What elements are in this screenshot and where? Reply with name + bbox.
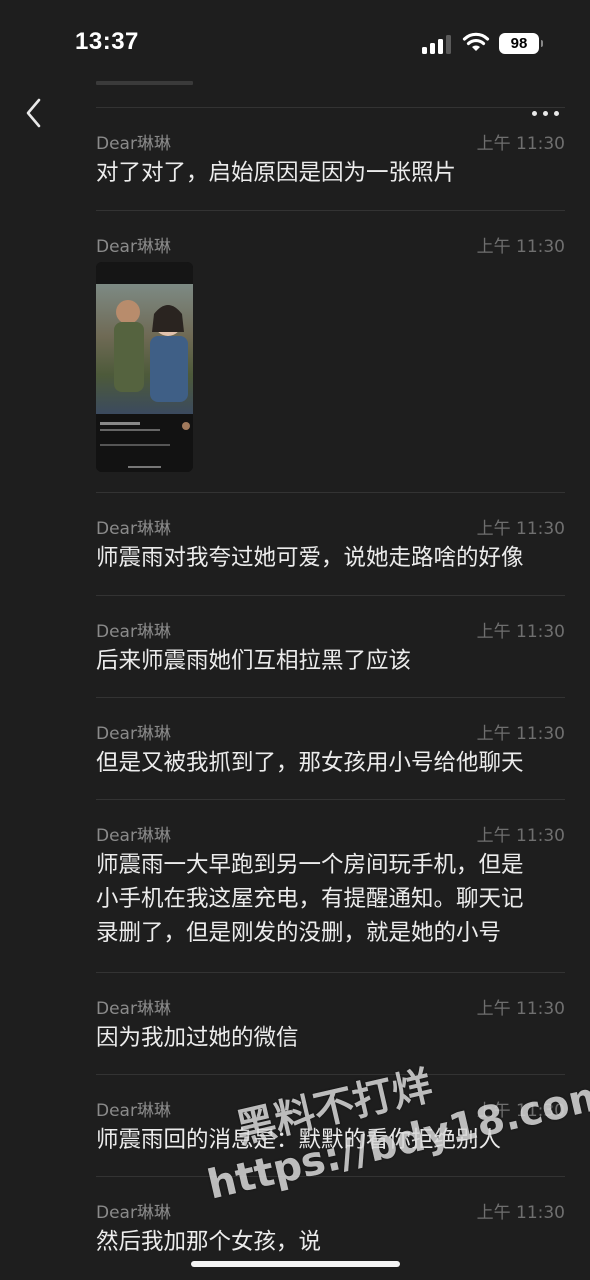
photo-caption-lines [100,422,190,468]
status-time: 13:37 [75,28,139,55]
message-item[interactable]: Dear琳琳 上午 11:30 [96,211,565,493]
photo-caption-area [96,414,193,472]
sender-name: Dear琳琳 [96,724,171,744]
message-text: 但是又被我抓到了，那女孩用小号给他聊天 [96,750,524,776]
sender-name: Dear琳琳 [96,826,171,846]
message-item[interactable]: Dear琳琳 上午 11:30 但是又被我抓到了，那女孩用小号给他聊天 [96,698,565,800]
message-time: 上午 11:30 [476,724,565,744]
photo-scene [96,284,193,414]
message-text: 录删了，但是刚发的没删，就是她的小号 [96,920,502,946]
message-text: 后来师震雨她们互相拉黑了应该 [96,648,412,674]
sender-name: Dear琳琳 [96,237,171,257]
message-time: 上午 11:30 [476,237,565,257]
sender-name: Dear琳琳 [96,519,171,539]
sender-name: Dear琳琳 [96,1203,171,1223]
message-text: 对了对了，启始原因是因为一张照片 [96,160,457,186]
message-item[interactable]: Dear琳琳 上午 11:30 后来师震雨她们互相拉黑了应该 [96,596,565,698]
sender-name: Dear琳琳 [96,1101,171,1121]
message-item[interactable]: Dear琳琳 上午 11:30 因为我加过她的微信 [96,973,565,1075]
message-text: 小手机在我这屋充电，有提醒通知。聊天记 [96,886,524,912]
battery-indicator: 98 [499,33,543,54]
previous-message-edge [96,81,193,85]
wifi-icon [462,32,490,51]
photo-thumbnail[interactable] [96,262,193,472]
message-time: 上午 11:30 [476,999,565,1019]
cellular-signal-icon [422,34,452,54]
message-text: 师震雨对我夸过她可爱，说她走路啥的好像 [96,545,524,571]
photo-status-strip [96,262,193,284]
message-time: 上午 11:30 [476,1203,565,1223]
message-time: 上午 11:30 [476,1101,565,1121]
message-text: 然后我加那个女孩，说 [96,1229,322,1255]
sender-name: Dear琳琳 [96,999,171,1019]
message-item[interactable]: Dear琳琳 上午 11:30 师震雨一大早跑到另一个房间玩手机，但是 小手机在我… [96,800,565,973]
message-list[interactable]: Dear琳琳 上午 11:30 对了对了，启始原因是因为一张照片 Dear琳琳 上午… [96,108,565,1277]
photo-figures [114,300,188,402]
message-time: 上午 11:30 [476,622,565,642]
status-bar: 13:37 98 [0,0,590,88]
message-time: 上午 11:30 [476,826,565,846]
message-time: 上午 11:30 [476,134,565,154]
message-text: 因为我加过她的微信 [96,1025,299,1051]
message-item[interactable]: Dear琳琳 上午 11:30 师震雨回的消息是：默默的看你拒绝别人 [96,1075,565,1177]
message-text: 师震雨一大早跑到另一个房间玩手机，但是 [96,852,524,878]
back-button[interactable] [20,96,50,130]
message-item[interactable]: Dear琳琳 上午 11:30 师震雨对我夸过她可爱，说她走路啥的好像 [96,493,565,596]
message-item[interactable]: Dear琳琳 上午 11:30 对了对了，启始原因是因为一张照片 [96,108,565,211]
message-time: 上午 11:30 [476,519,565,539]
home-indicator[interactable] [191,1261,400,1267]
sender-name: Dear琳琳 [96,134,171,154]
message-text: 师震雨回的消息是：默默的看你拒绝别人 [96,1127,502,1153]
sender-name: Dear琳琳 [96,622,171,642]
